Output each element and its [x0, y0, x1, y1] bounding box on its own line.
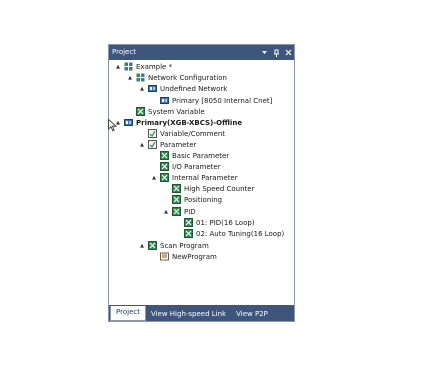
panel-title: Project: [112, 48, 136, 56]
tree-item[interactable]: ▲ PID: [163, 206, 196, 217]
panel-tab[interactable]: View P2P: [231, 308, 273, 321]
expand-toggle-icon[interactable]: ▲: [163, 206, 169, 217]
tree-item-label: Variable/Comment: [160, 129, 225, 138]
project-tree[interactable]: ▲ Example * ▲ Network Configuration ▲ Undefin…: [109, 60, 294, 305]
expand-toggle-icon[interactable]: ▲: [127, 72, 133, 83]
parameter-icon: [148, 140, 157, 149]
station-icon: [160, 96, 169, 105]
tree-item-label: High Speed Counter: [184, 184, 255, 193]
project-panel: Project ▲ Example * ▲ Network Configuration…: [108, 44, 295, 322]
tree-item[interactable]: ▲ Internal Parameter: [151, 172, 238, 183]
dropdown-icon[interactable]: [260, 45, 268, 60]
expand-toggle-icon[interactable]: ▲: [139, 139, 145, 150]
tree-item-label: Example *: [136, 62, 173, 71]
expand-toggle-icon[interactable]: ▲: [151, 172, 157, 183]
tree-item-label: Positioning: [184, 195, 223, 204]
tree-item-label: Basic Parameter: [172, 151, 230, 160]
pid-icon: [172, 207, 181, 216]
positioning-icon: [172, 195, 181, 204]
pid-loop-icon: [184, 218, 193, 227]
panel-titlebar[interactable]: Project: [109, 45, 294, 60]
project-icon: [124, 62, 133, 71]
tree-item-label: Scan Program: [160, 241, 209, 250]
high-speed-counter-icon: [172, 184, 181, 193]
expand-toggle-icon[interactable]: ▲: [139, 83, 145, 94]
panel-tab[interactable]: View High-speed Link: [146, 308, 231, 321]
auto-tuning-icon: [184, 229, 193, 238]
io-parameter-icon: [160, 162, 169, 171]
tree-item-label: NewProgram: [172, 252, 217, 261]
tree-item[interactable]: ▲ Parameter: [139, 139, 196, 150]
pin-icon[interactable]: [272, 45, 280, 60]
tree-item[interactable]: Variable/Comment: [139, 128, 225, 139]
tree-item-label: PID: [184, 207, 196, 216]
tree-item[interactable]: 02: Auto Tuning(16 Loop): [175, 228, 284, 239]
basic-parameter-icon: [160, 151, 169, 160]
tree-item[interactable]: Primary [8050 Internal Cnet]: [151, 95, 272, 106]
close-icon[interactable]: [284, 45, 292, 60]
tree-item[interactable]: ▲ Network Configuration: [127, 72, 227, 83]
scan-program-icon: [148, 241, 157, 250]
panel-tab[interactable]: Project: [110, 306, 146, 321]
tree-item[interactable]: I/O Parameter: [151, 161, 221, 172]
tree-item-label: 02: Auto Tuning(16 Loop): [196, 229, 285, 238]
panel-tabs: Project View High-speed Link View P2P: [109, 305, 294, 321]
tree-item[interactable]: Positioning: [163, 194, 222, 205]
tree-item-label: 01: PID(16 Loop): [196, 218, 255, 227]
network-icon: [148, 84, 157, 93]
tree-item[interactable]: ▲ Undefined Network: [139, 83, 227, 94]
internal-parameter-icon: [160, 173, 169, 182]
expand-toggle-icon[interactable]: ▲: [115, 61, 121, 72]
tree-item[interactable]: Basic Parameter: [151, 150, 229, 161]
expand-toggle-icon[interactable]: ▲: [139, 240, 145, 251]
tree-item-label: Primary [8050 Internal Cnet]: [172, 96, 273, 105]
network-config-icon: [136, 73, 145, 82]
tree-item[interactable]: ▲ Example *: [115, 61, 172, 72]
tree-item[interactable]: ▲ Scan Program: [139, 240, 209, 251]
mouse-cursor-icon: [108, 119, 117, 132]
tree-item[interactable]: ▲ Primary(XGB-XBCS)-Offline: [115, 117, 242, 128]
plc-icon: [124, 118, 133, 127]
tree-item-label: System Variable: [148, 107, 205, 116]
system-variable-icon: [136, 107, 145, 116]
tree-item-label: Parameter: [160, 140, 197, 149]
tree-item-label: I/O Parameter: [172, 162, 221, 171]
tree-item-label: Network Configuration: [148, 73, 227, 82]
tree-item-label: Internal Parameter: [172, 173, 238, 182]
tree-item[interactable]: System Variable: [127, 106, 205, 117]
tree-item[interactable]: NewProgram: [151, 251, 217, 262]
tree-item-label: Primary(XGB-XBCS)-Offline: [136, 118, 243, 127]
tree-item-label: Undefined Network: [160, 84, 228, 93]
tree-item[interactable]: 01: PID(16 Loop): [175, 217, 255, 228]
program-icon: [160, 252, 169, 261]
tree-item[interactable]: High Speed Counter: [163, 183, 254, 194]
variable-comment-icon: [148, 129, 157, 138]
